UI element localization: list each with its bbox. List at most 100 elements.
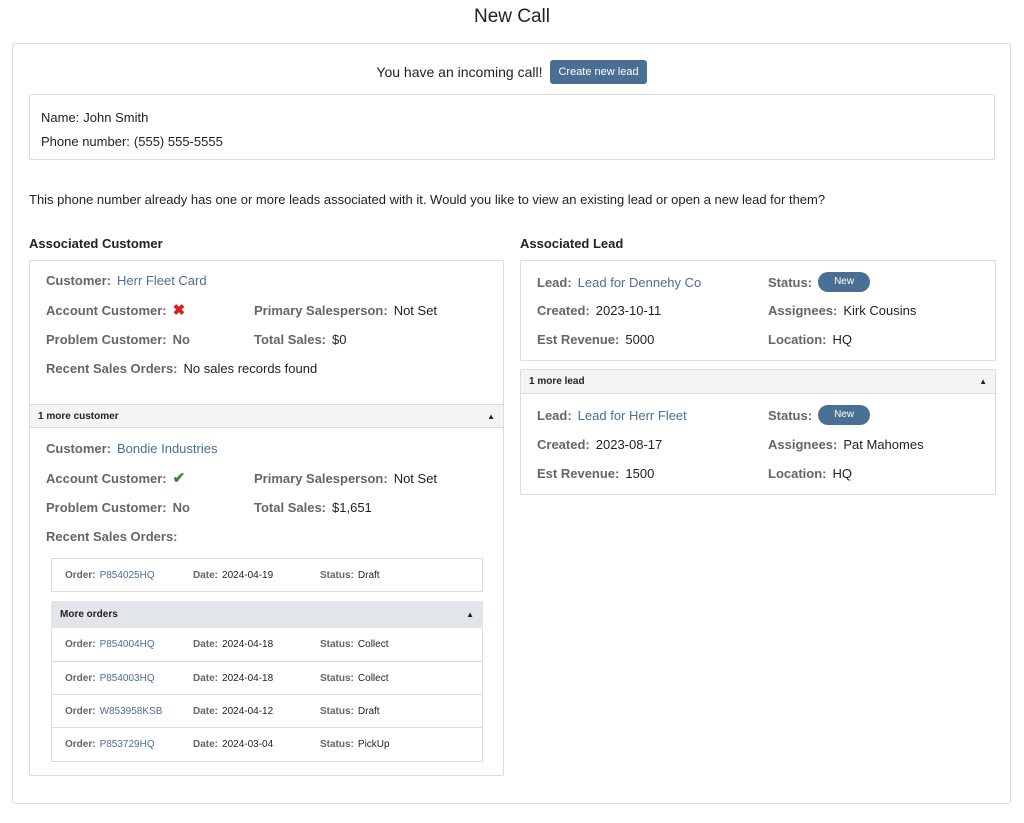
created-label: Created: — [537, 437, 590, 452]
order-label: Order: — [65, 639, 96, 650]
more-orders-toggle[interactable]: More orders ▲ — [51, 601, 483, 628]
salesperson-value: Not Set — [393, 471, 438, 486]
order-id-cell: Order: W853958KSB — [65, 695, 162, 728]
incoming-call-text: You have an incoming call! — [376, 64, 543, 80]
location-row: Location: HQ — [768, 332, 852, 347]
order-status: Collect — [357, 639, 389, 650]
lead-link[interactable]: Lead for Dennehy Co — [578, 275, 702, 290]
order-label: Order: — [65, 739, 96, 750]
incoming-call-bar: You have an incoming call! Create new le… — [13, 60, 1010, 84]
created-value: 2023-10-11 — [595, 303, 662, 318]
order-row: Order: W853958KSB Date: 2024-04-12 Statu… — [52, 694, 482, 727]
account-customer-label: Account Customer: — [46, 303, 167, 318]
create-new-lead-button[interactable]: Create new lead — [550, 60, 647, 84]
order-id-cell: Order: P853729HQ — [65, 728, 155, 761]
order-status-cell: Status: Collect — [320, 628, 388, 661]
associated-customer-title: Associated Customer — [29, 236, 163, 251]
order-date-cell: Date: 2024-04-12 — [193, 695, 273, 728]
order-date: 2024-04-18 — [222, 639, 274, 650]
more-orders-label: More orders — [60, 609, 118, 620]
new-call-card: You have an incoming call! Create new le… — [12, 43, 1011, 804]
more-customers-toggle[interactable]: 1 more customer ▲ — [30, 404, 503, 428]
status-label: Status: — [768, 407, 813, 423]
caret-up-icon: ▲ — [487, 411, 495, 421]
existing-leads-notice: This phone number already has one or mor… — [29, 192, 826, 207]
more-customers-label: 1 more customer — [38, 410, 119, 422]
assignees-row: Assignees: Pat Mahomes — [768, 437, 924, 452]
order-status-cell: Status: Draft — [320, 695, 380, 728]
order-link[interactable]: P853729HQ — [100, 739, 155, 750]
status-label: Status: — [320, 639, 354, 650]
problem-customer-value: No — [172, 500, 190, 515]
more-leads-label: 1 more lead — [529, 376, 585, 387]
caller-phone-row: Phone number: (555) 555-5555 — [41, 130, 983, 154]
associated-lead-title: Associated Lead — [520, 236, 624, 251]
assignees-label: Assignees: — [768, 437, 838, 452]
revenue-label: Est Revenue: — [537, 466, 620, 481]
problem-customer-label: Problem Customer: — [46, 500, 167, 515]
location-row: Location: HQ — [768, 466, 852, 481]
lead-link[interactable]: Lead for Herr Fleet — [578, 408, 687, 423]
lead-status-row: Status: New — [768, 271, 871, 293]
check-icon: ✔ — [172, 470, 186, 487]
customer-label: Customer: — [46, 273, 112, 288]
location-label: Location: — [768, 332, 827, 347]
order-status: Draft — [357, 570, 380, 581]
problem-customer-value: No — [172, 332, 190, 347]
order-id-cell: Order: P854025HQ — [65, 559, 155, 592]
order-id-cell: Order: P854003HQ — [65, 662, 155, 695]
recent-orders-row: Recent Sales Orders: No sales records fo… — [46, 361, 317, 376]
date-label: Date: — [193, 739, 219, 750]
order-date: 2024-04-12 — [222, 706, 274, 717]
customer-link[interactable]: Bondie Industries — [117, 441, 217, 456]
status-label: Status: — [320, 706, 354, 717]
caret-up-icon: ▲ — [979, 377, 987, 386]
order-id-cell: Order: P854004HQ — [65, 628, 155, 661]
revenue-value: 1500 — [625, 466, 655, 481]
revenue-value: 5000 — [625, 332, 655, 347]
order-status: PickUp — [357, 739, 390, 750]
revenue-row: Est Revenue: 5000 — [537, 332, 654, 347]
status-badge: New — [818, 405, 871, 425]
account-customer-label: Account Customer: — [46, 471, 167, 486]
x-icon: ✖ — [172, 302, 186, 319]
salesperson-label: Primary Salesperson: — [254, 303, 388, 318]
order-date: 2024-04-19 — [222, 570, 274, 581]
caller-phone-value: (555) 555-5555 — [133, 134, 223, 149]
account-customer-row: Account Customer: ✔ — [46, 471, 185, 486]
more-orders-list: Order: P854004HQ Date: 2024-04-18 Status… — [51, 628, 483, 762]
more-leads-panel: 1 more lead ▲ Lead: Lead for Herr Fleet … — [520, 369, 996, 495]
caller-name-label: Name: — [41, 110, 80, 125]
order-status-cell: Status: Draft — [320, 559, 380, 592]
assignees-row: Assignees: Kirk Cousins — [768, 303, 916, 318]
customer-row: Customer: Herr Fleet Card — [46, 273, 207, 288]
customer-link[interactable]: Herr Fleet Card — [117, 273, 207, 288]
order-link[interactable]: P854003HQ — [100, 673, 155, 684]
lead-status-row: Status: New — [768, 404, 871, 426]
order-date-cell: Date: 2024-04-19 — [193, 559, 273, 592]
order-link[interactable]: P854025HQ — [100, 570, 155, 581]
more-leads-toggle[interactable]: 1 more lead ▲ — [521, 370, 995, 394]
total-sales-row: Total Sales: $1,651 — [254, 500, 372, 515]
total-sales-row: Total Sales: $0 — [254, 332, 346, 347]
customer-row: Customer: Bondie Industries — [46, 441, 217, 456]
salesperson-value: Not Set — [393, 303, 438, 318]
recent-orders-row: Recent Sales Orders: — [46, 529, 178, 544]
date-label: Date: — [193, 706, 219, 717]
status-label: Status: — [768, 274, 813, 290]
order-link[interactable]: W853958KSB — [100, 706, 163, 717]
order-link[interactable]: P854004HQ — [100, 639, 155, 650]
lead-row: Lead: Lead for Herr Fleet — [537, 404, 687, 426]
account-customer-row: Account Customer: ✖ — [46, 303, 185, 318]
order-status: Draft — [357, 706, 380, 717]
order-date: 2024-04-18 — [222, 673, 274, 684]
created-value: 2023-08-17 — [595, 437, 663, 452]
assignees-label: Assignees: — [768, 303, 838, 318]
lead-row: Lead: Lead for Dennehy Co — [537, 271, 701, 293]
date-label: Date: — [193, 673, 219, 684]
caller-phone-label: Phone number: — [41, 134, 130, 149]
created-row: Created: 2023-08-17 — [537, 437, 662, 452]
order-row: Order: P854025HQ Date: 2024-04-19 Status… — [52, 559, 482, 592]
order-date-cell: Date: 2024-04-18 — [193, 662, 273, 695]
recent-orders-label: Recent Sales Orders: — [46, 361, 178, 376]
